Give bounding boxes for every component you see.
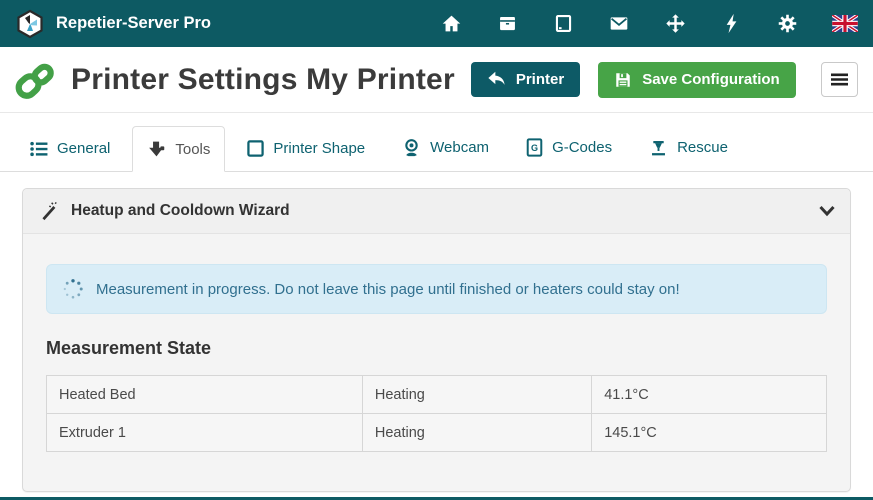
- printer-button-label: Printer: [516, 71, 564, 88]
- heater-status-cell: Heating: [362, 414, 591, 452]
- tab-tools[interactable]: Tools: [132, 126, 225, 172]
- tab-rescue[interactable]: Rescue: [634, 124, 743, 171]
- expand-arrows-icon[interactable]: [664, 13, 686, 35]
- tab-webcam-label: Webcam: [430, 139, 489, 156]
- measurement-state-title: Measurement State: [46, 338, 827, 359]
- panel-header[interactable]: Heatup and Cooldown Wizard: [23, 189, 850, 234]
- nozzle-icon: [649, 138, 668, 157]
- heater-status-cell: Heating: [362, 376, 591, 414]
- tab-general[interactable]: General: [15, 126, 125, 171]
- tab-gcodes[interactable]: G G-Codes: [511, 124, 627, 171]
- printer-box-icon[interactable]: [496, 13, 518, 35]
- heatup-cooldown-panel: Heatup and Cooldown Wizard: [22, 188, 851, 492]
- measurement-alert: Measurement in progress. Do not leave th…: [46, 264, 827, 314]
- hamburger-icon: [831, 73, 848, 86]
- chain-link-icon: [15, 58, 57, 102]
- bolt-icon[interactable]: [720, 13, 742, 35]
- tab-gcodes-label: G-Codes: [552, 139, 612, 156]
- heater-temp-cell: 41.1°C: [592, 376, 827, 414]
- svg-text:G: G: [531, 143, 538, 153]
- tab-webcam[interactable]: Webcam: [387, 124, 504, 171]
- tab-general-label: General: [57, 140, 110, 157]
- settings-tabs: General Tools Printer Shape Webcam G G-C…: [0, 113, 873, 172]
- tools-icon: [147, 140, 166, 158]
- table-row: Heated Bed Heating 41.1°C: [47, 376, 827, 414]
- panel-body: Measurement in progress. Do not leave th…: [23, 234, 850, 491]
- gear-icon[interactable]: [776, 13, 798, 35]
- heater-name-cell: Heated Bed: [47, 376, 363, 414]
- printer-button[interactable]: Printer: [471, 62, 580, 97]
- spinner-icon: [62, 278, 84, 300]
- table-row: Extruder 1 Heating 145.1°C: [47, 414, 827, 452]
- save-icon: [614, 71, 632, 89]
- tab-rescue-label: Rescue: [677, 139, 728, 156]
- measurement-state-table: Heated Bed Heating 41.1°C Extruder 1 Hea…: [46, 375, 827, 452]
- page-title: Printer Settings My Printer: [71, 63, 455, 97]
- magic-wand-icon: [38, 201, 58, 221]
- heater-name-cell: Extruder 1: [47, 414, 363, 452]
- uk-flag-icon[interactable]: [832, 13, 858, 35]
- repetier-logo-icon: [15, 9, 45, 39]
- page: Repetier-Server Pro: [0, 0, 873, 500]
- tab-tools-label: Tools: [175, 141, 210, 158]
- brand[interactable]: Repetier-Server Pro: [15, 9, 211, 39]
- menu-button[interactable]: [821, 62, 858, 97]
- mail-icon[interactable]: [608, 13, 630, 35]
- heater-temp-cell: 145.1°C: [592, 414, 827, 452]
- webcam-icon: [402, 138, 421, 157]
- chevron-down-icon[interactable]: [819, 205, 835, 217]
- tab-printer-shape[interactable]: Printer Shape: [232, 126, 380, 171]
- navbar-icons: [440, 13, 858, 35]
- square-outline-icon: [247, 140, 264, 157]
- page-header: Printer Settings My Printer Printer Save…: [0, 47, 873, 113]
- panel-title: Heatup and Cooldown Wizard: [71, 202, 290, 220]
- brand-label: Repetier-Server Pro: [56, 14, 211, 33]
- top-navbar: Repetier-Server Pro: [0, 0, 873, 47]
- list-icon: [30, 141, 48, 157]
- reply-arrow-icon: [487, 71, 506, 88]
- save-configuration-button[interactable]: Save Configuration: [598, 62, 796, 98]
- gcode-file-icon: G: [526, 138, 543, 157]
- save-configuration-button-label: Save Configuration: [642, 71, 780, 88]
- tablet-icon[interactable]: [552, 13, 574, 35]
- alert-message: Measurement in progress. Do not leave th…: [96, 281, 680, 298]
- tab-printer-shape-label: Printer Shape: [273, 140, 365, 157]
- home-icon[interactable]: [440, 13, 462, 35]
